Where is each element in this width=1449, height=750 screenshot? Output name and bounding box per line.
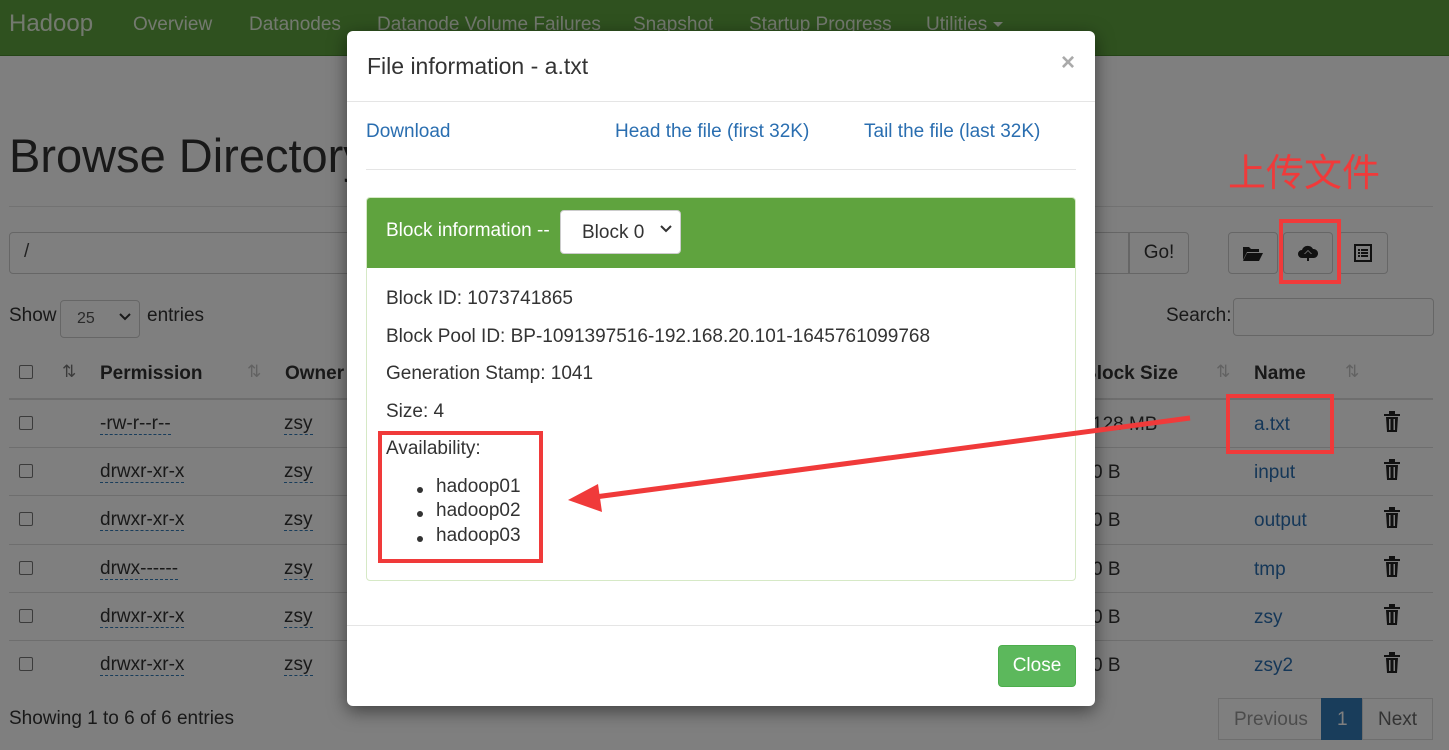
annotation-arrow xyxy=(568,415,1191,512)
